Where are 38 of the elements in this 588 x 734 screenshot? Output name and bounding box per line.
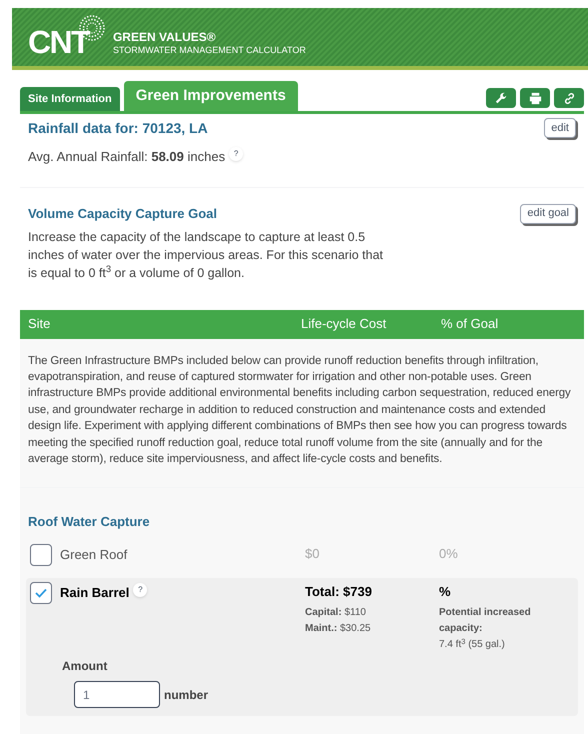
app-subtitle: STORMWATER MANAGEMENT CALCULATOR [112, 44, 306, 56]
column-header: % of Goal [441, 315, 500, 334]
rainfall-text: Avg. Annual Rainfall: 58.09 inches [28, 148, 226, 166]
checkbox[interactable] [30, 582, 52, 604]
edit-button[interactable]: edit [544, 118, 576, 138]
unit-label: number [164, 686, 208, 704]
description-text: The Green Infrastructure BMPs included below can provide runoff reduction benefits through infiltration, evapotranspiration, and reuse of captured stormwater for irrigation and other non-potable uses. Green infrastructure BMPs provide additional environmental benefits including carbon sequestration, reduced energy use, and groundwater recharge in addition to reduced construction and maintenance costs and extended design life. Experiment with applying different combinations of BMPs then see how you can progress towards meeting the specified runoff reduction goal, reduce total runoff volume from the site (annually and for the average storm), reduce site imperviousness, and affect life-cycle costs and benefits. [20, 338, 584, 488]
group-title: Roof Water Capture [27, 513, 151, 532]
amount-field[interactable]: 1 [74, 681, 160, 708]
printer-icon [528, 90, 542, 106]
cost-detail: Maint.: $30.25 [305, 622, 372, 636]
help-icon[interactable]: ? [133, 583, 148, 598]
edit-button[interactable]: edit goal [520, 204, 576, 224]
goal-text: Increase the capacity of the landscape to capture at least 0.5 inches of water over the impervious areas. For this scenario that is equal to 0 ft$^{3}$ or a volume of 0 gallon. [28, 228, 384, 282]
item-name: Rain Barrel [60, 584, 130, 602]
section-title: Rainfall data for: 70123, LA [28, 119, 208, 138]
item-cost: $0 [305, 544, 320, 563]
app-title: GREEN VALUES® [112, 30, 217, 45]
tab[interactable]: Site Information [20, 87, 120, 111]
cost-detail: Capital: $110 [305, 606, 367, 620]
capacity-value: 7.4 ft$^{3}$ (55 gal.) [439, 637, 506, 652]
logo-text: CNT [28, 26, 89, 62]
capacity-label: Potential increased capacity: [439, 606, 532, 636]
wrench-button[interactable] [486, 88, 516, 108]
section-title: Volume Capacity Capture Goal [28, 204, 218, 223]
item-name: Green Roof [60, 546, 128, 564]
wrench-icon [494, 90, 508, 106]
amount-label: Amount [62, 658, 108, 676]
check-icon [35, 588, 47, 598]
printer-button[interactable] [520, 88, 550, 108]
checkbox[interactable] [30, 544, 52, 566]
link-button[interactable] [554, 88, 584, 108]
help-icon[interactable]: ? [229, 147, 244, 161]
column-header: Site [27, 315, 52, 334]
item-goal: % [439, 582, 452, 601]
column-header: Life-cycle Cost [301, 315, 388, 334]
item-cost: Total: $739 [305, 582, 373, 601]
item-goal: 0% [439, 544, 459, 563]
